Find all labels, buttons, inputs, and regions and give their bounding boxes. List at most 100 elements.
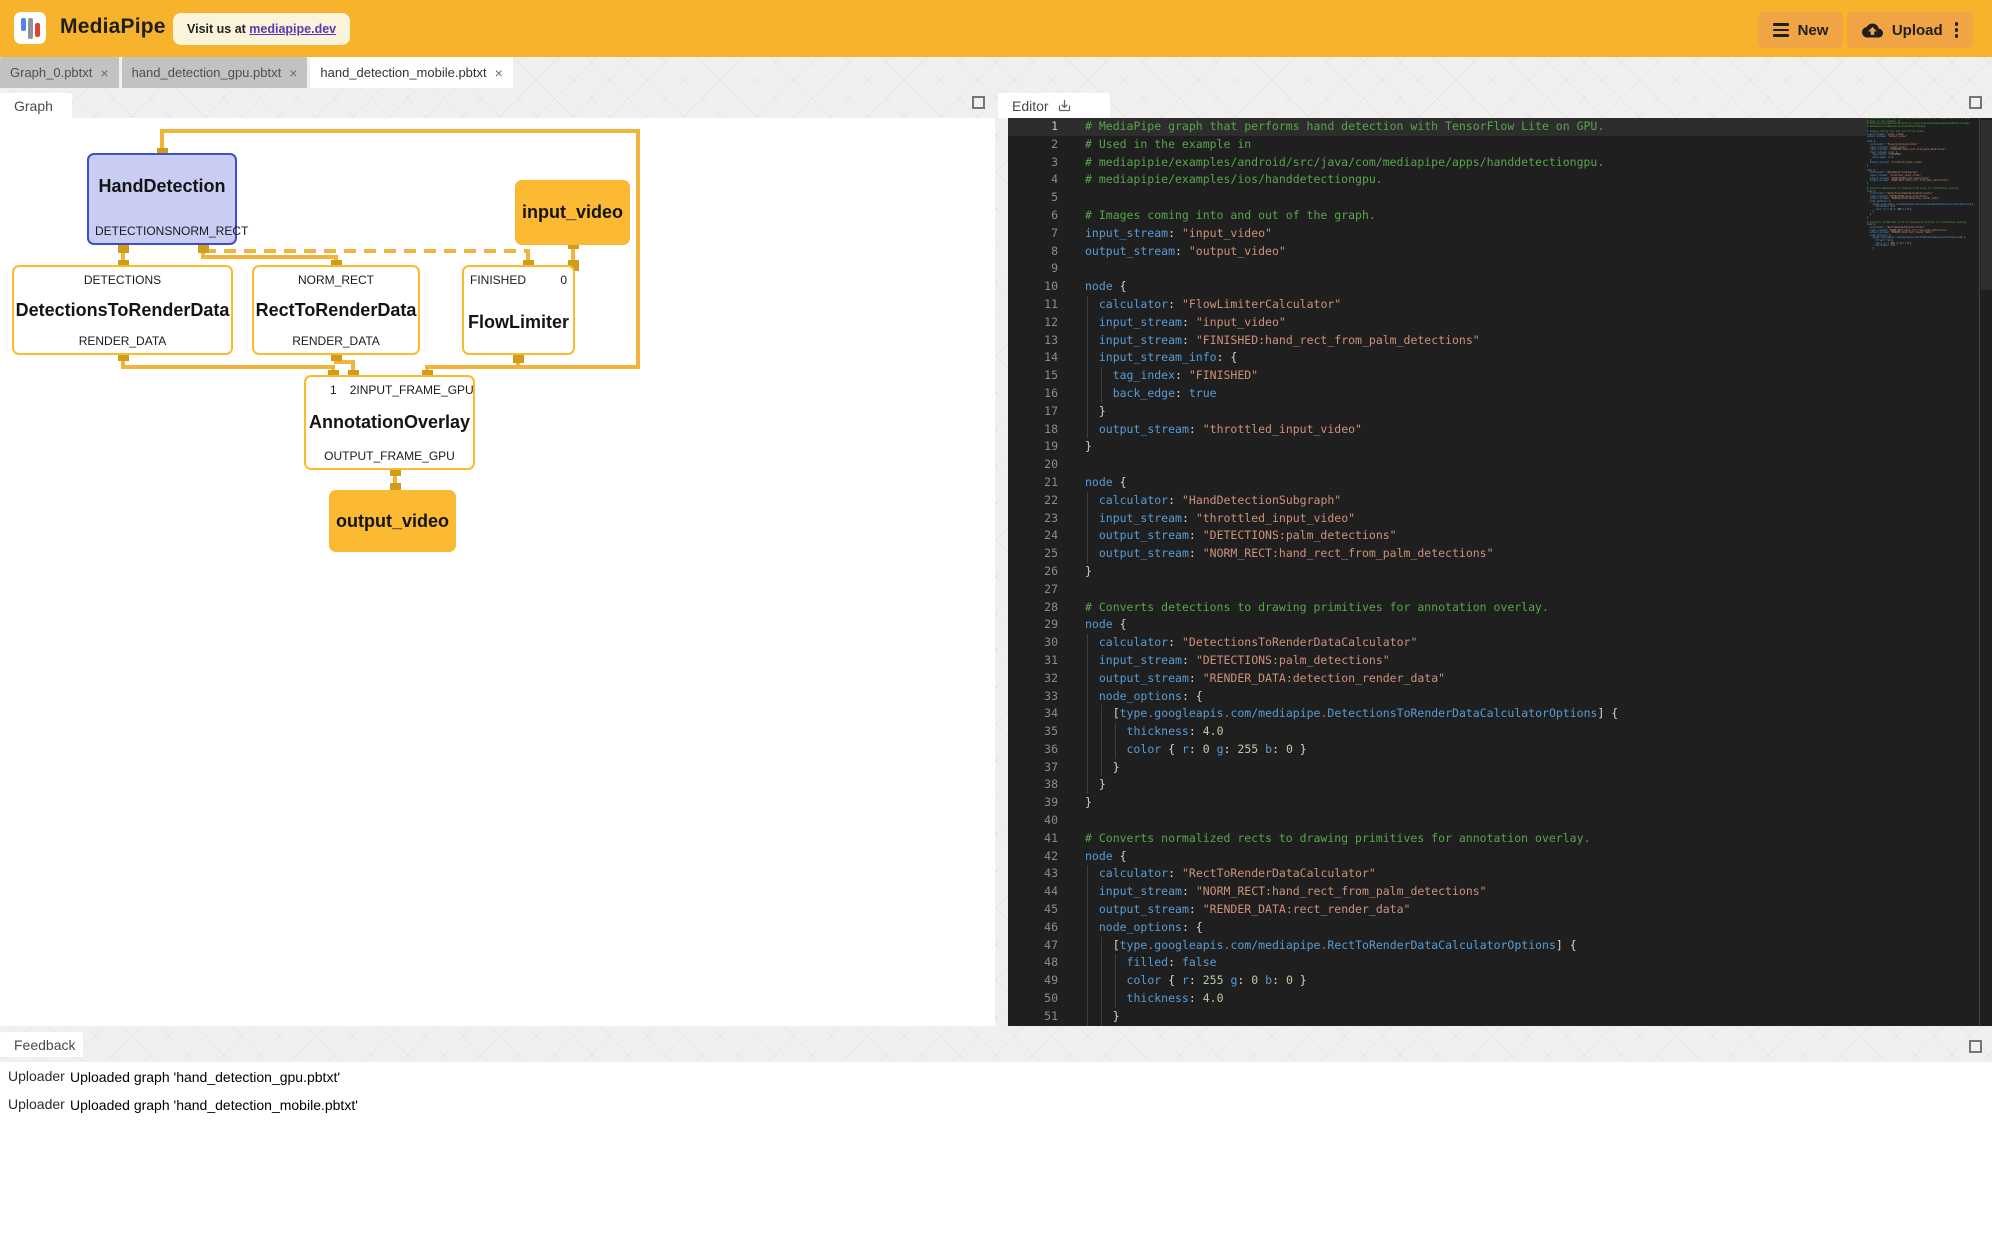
- feedback-tab-label: Feedback: [14, 1037, 75, 1053]
- editor-scrollbar[interactable]: [1981, 120, 1992, 290]
- code-line: 5: [1008, 189, 1867, 207]
- line-number: 49: [1008, 972, 1058, 990]
- upload-button-label: Upload: [1892, 22, 1943, 39]
- code-line: 9: [1008, 260, 1867, 278]
- close-tab-icon[interactable]: ×: [289, 66, 297, 80]
- port-label: FINISHED: [470, 273, 526, 287]
- graph-node-input_video[interactable]: input_video: [515, 180, 630, 245]
- code-line: 39}: [1008, 794, 1867, 812]
- upload-button[interactable]: Upload: [1847, 12, 1973, 48]
- line-number: 14: [1008, 349, 1058, 367]
- graph-node-RectToRenderData[interactable]: NORM_RECTRectToRenderDataRENDER_DATA: [252, 265, 420, 355]
- code-line: 49 color { r: 255 g: 0 b: 0 }: [1008, 972, 1867, 990]
- file-tab-hand_detection_mobile.pbtxt[interactable]: hand_detection_mobile.pbtxt ×: [310, 57, 512, 88]
- code-line: 18 output_stream: "throttled_input_video…: [1008, 421, 1867, 439]
- mediapipe-logo-icon: [14, 12, 46, 44]
- feedback-message: Uploaded graph 'hand_detection_gpu.pbtxt…: [70, 1069, 340, 1085]
- line-number: 30: [1008, 634, 1058, 652]
- port-label: RENDER_DATA: [292, 334, 380, 348]
- node-title: FlowLimiter: [464, 292, 573, 353]
- code-line: 32 output_stream: "RENDER_DATA:detection…: [1008, 670, 1867, 688]
- graph-edge: [201, 255, 338, 259]
- menu-lines-icon: [1773, 23, 1789, 37]
- node-top-port-labels: DETECTIONS: [14, 267, 231, 292]
- graph-edge: [636, 129, 640, 369]
- node-title: HandDetection: [89, 155, 235, 218]
- line-number: 47: [1008, 937, 1058, 955]
- code-line: 43 calculator: "RectToRenderDataCalculat…: [1008, 865, 1867, 883]
- tab-feedback[interactable]: Feedback: [0, 1032, 83, 1057]
- port-label: INPUT_FRAME_GPU: [356, 383, 473, 397]
- node-top-port-labels: FINISHED0: [464, 267, 573, 292]
- line-number: 21: [1008, 474, 1058, 492]
- code-line: 36 color { r: 0 g: 255 b: 0 }: [1008, 741, 1867, 759]
- code-line: 33 node_options: {: [1008, 688, 1867, 706]
- line-number: 50: [1008, 990, 1058, 1008]
- line-number: 6: [1008, 207, 1058, 225]
- tab-editor[interactable]: Editor: [998, 93, 1110, 118]
- code-line: 30 calculator: "DetectionsToRenderDataCa…: [1008, 634, 1867, 652]
- node-bottom-port-labels: RENDER_DATA: [254, 328, 418, 353]
- graph-edge: [121, 365, 335, 369]
- close-tab-icon[interactable]: ×: [495, 66, 503, 80]
- graph-node-DetectionsToRenderData[interactable]: DETECTIONSDetectionsToRenderDataRENDER_D…: [12, 265, 233, 355]
- editor-expand-icon[interactable]: [1969, 96, 1982, 109]
- mediapipe-dev-link[interactable]: mediapipe.dev: [249, 22, 336, 36]
- minimap-line: # Converts normalized rects to drawing p…: [1867, 222, 1978, 225]
- file-tab-label: hand_detection_mobile.pbtxt: [320, 65, 486, 80]
- line-number: 41: [1008, 830, 1058, 848]
- file-tab-strip: Graph_0.pbtxt×hand_detection_gpu.pbtxt×h…: [0, 57, 513, 88]
- code-line: 6# Images coming into and out of the gra…: [1008, 207, 1867, 225]
- code-line: 50 thickness: 4.0: [1008, 990, 1867, 1008]
- file-tab-hand_detection_gpu.pbtxt[interactable]: hand_detection_gpu.pbtxt×: [122, 57, 308, 88]
- line-number: 25: [1008, 545, 1058, 563]
- new-button[interactable]: New: [1758, 12, 1843, 48]
- line-number: 29: [1008, 616, 1058, 634]
- node-title: input_video: [515, 180, 630, 245]
- code-line: 1# MediaPipe graph that performs hand de…: [1008, 118, 1867, 136]
- visit-banner: Visit us at mediapipe.dev: [173, 13, 350, 45]
- feedback-message: Uploaded graph 'hand_detection_mobile.pb…: [70, 1097, 358, 1113]
- graph-edge: [425, 365, 520, 369]
- code-line: 47 [type.googleapis.com/mediapipe.RectTo…: [1008, 937, 1867, 955]
- line-number: 38: [1008, 776, 1058, 794]
- line-number: 10: [1008, 278, 1058, 296]
- line-number: 48: [1008, 954, 1058, 972]
- code-editor[interactable]: 1 # MediaPipe graph that performs hand de…: [1008, 118, 1992, 1026]
- code-line: 16 back_edge: true: [1008, 385, 1867, 403]
- code-line: 12 input_stream: "input_video": [1008, 314, 1867, 332]
- graph-node-output_video[interactable]: output_video: [329, 490, 456, 552]
- editor-minimap[interactable]: # MediaPipe graph that performs hand det…: [1867, 118, 1978, 1026]
- port-label: DETECTIONS: [95, 224, 172, 238]
- code-line: 48 filled: false: [1008, 954, 1867, 972]
- graph-canvas[interactable]: HandDetectionDETECTIONSNORM_RECTinput_vi…: [0, 118, 995, 1026]
- graph-node-HandDetection[interactable]: HandDetectionDETECTIONSNORM_RECT: [87, 153, 237, 245]
- line-number: 1: [1008, 118, 1058, 136]
- code-line: 23 input_stream: "throttled_input_video": [1008, 510, 1867, 528]
- node-bottom-port-labels: RENDER_DATA: [14, 328, 231, 353]
- new-button-label: New: [1798, 22, 1829, 39]
- top-bar: MediaPipe Visit us at mediapipe.dev New …: [0, 0, 1992, 57]
- tab-graph[interactable]: Graph: [0, 93, 72, 118]
- code-line: 13 input_stream: "FINISHED:hand_rect_fro…: [1008, 332, 1867, 350]
- code-line: 19}: [1008, 438, 1867, 456]
- line-number: 33: [1008, 688, 1058, 706]
- more-options-kebab-icon[interactable]: [1955, 22, 1959, 38]
- graph-node-FlowLimiter[interactable]: FINISHED0FlowLimiter: [462, 265, 575, 355]
- port-label: DETECTIONS: [84, 273, 161, 287]
- file-tab-Graph_0.pbtxt[interactable]: Graph_0.pbtxt ×: [0, 57, 119, 88]
- minimap-divider: [1979, 118, 1980, 1026]
- line-number: 19: [1008, 438, 1058, 456]
- close-tab-icon[interactable]: ×: [100, 66, 108, 80]
- file-tab-label: Graph_0.pbtxt: [10, 65, 92, 80]
- download-icon[interactable]: [1057, 98, 1072, 113]
- line-number: 27: [1008, 581, 1058, 599]
- line-number: 28: [1008, 599, 1058, 617]
- cloud-upload-icon: [1862, 20, 1883, 41]
- feedback-expand-icon[interactable]: [1969, 1040, 1982, 1053]
- graph-node-AnnotationOverlay[interactable]: 12INPUT_FRAME_GPUAnnotationOverlayOUTPUT…: [304, 375, 475, 470]
- code-line: 29node {: [1008, 616, 1867, 634]
- code-line: 25 output_stream: "NORM_RECT:hand_rect_f…: [1008, 545, 1867, 563]
- node-top-port-labels: 12INPUT_FRAME_GPU: [306, 377, 473, 402]
- graph-expand-icon[interactable]: [972, 96, 985, 109]
